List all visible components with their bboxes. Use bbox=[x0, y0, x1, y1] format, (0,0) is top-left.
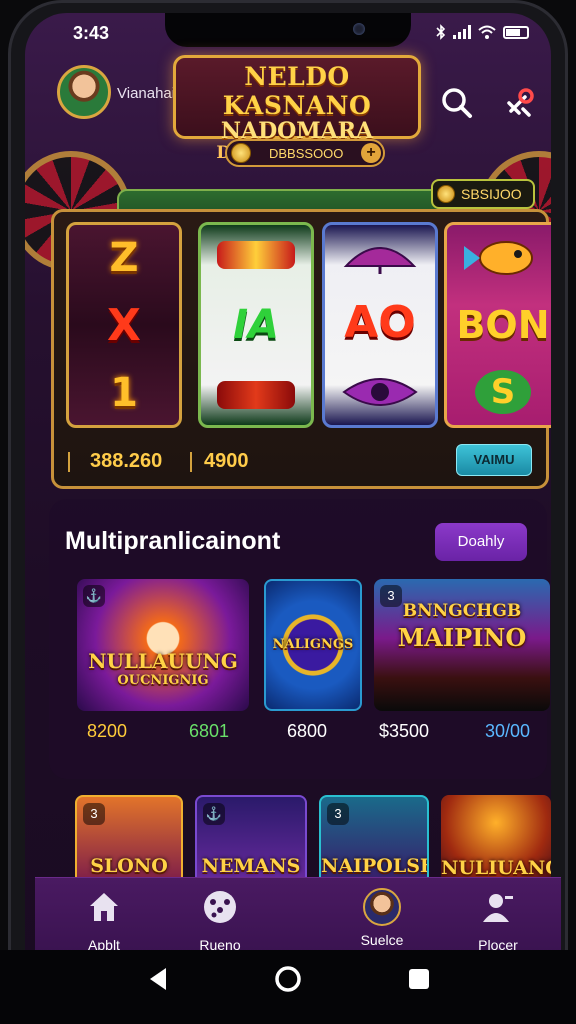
front-camera-icon bbox=[353, 23, 365, 35]
reel-symbol: S bbox=[475, 369, 531, 414]
search-icon[interactable] bbox=[437, 83, 477, 123]
game-subtitle: OUCNIGNIG bbox=[117, 673, 209, 688]
game-title: SLONO bbox=[90, 855, 168, 877]
add-coins-button[interactable]: + bbox=[361, 143, 381, 163]
game-title: NULIUANG bbox=[441, 857, 551, 879]
system-navigation-bar bbox=[0, 950, 576, 1024]
profile-photo-icon bbox=[363, 888, 401, 926]
game-title: NALIGNGS bbox=[272, 637, 354, 652]
game-card[interactable]: 3 SLONO bbox=[75, 795, 183, 887]
game-card[interactable]: NALIGNGS bbox=[264, 579, 362, 711]
reel-4: BON S bbox=[444, 222, 551, 428]
reel-symbol: Z bbox=[109, 234, 139, 281]
game-price: $3500 bbox=[379, 721, 430, 741]
game-price: 30/00 bbox=[485, 721, 531, 741]
bet-value: 388.260 bbox=[90, 450, 163, 472]
game-card[interactable]: 3 BNNGCHGB MAIPINO bbox=[374, 579, 550, 711]
divider bbox=[68, 452, 70, 472]
nav-label: Suelce bbox=[360, 932, 404, 948]
status-time: 3:43 bbox=[73, 23, 110, 43]
divider bbox=[190, 452, 192, 472]
reel-1: Z X 1 bbox=[66, 222, 182, 428]
daily-button[interactable]: Doahly bbox=[435, 523, 527, 561]
bluetooth-icon bbox=[436, 24, 446, 40]
reel-symbol: IA bbox=[233, 301, 279, 348]
app-screen: 3:43 Vianahaisin NELDO KASNANO NADOMARA … bbox=[25, 13, 551, 1009]
game-card[interactable]: ⚓ NEMANS bbox=[195, 795, 307, 887]
reel-3: AO bbox=[322, 222, 438, 428]
game-badge: 3 bbox=[83, 803, 105, 825]
bottom-navigation: Apblt Rueno Suelce Plocer bbox=[35, 877, 561, 953]
game-title: NULLAUUNG bbox=[88, 649, 238, 673]
user-avatar[interactable] bbox=[57, 65, 111, 119]
game-badge: ⚓ bbox=[203, 803, 225, 825]
game-card[interactable]: 3 NAIPOLSH bbox=[319, 795, 429, 887]
home-button-icon[interactable] bbox=[273, 964, 303, 994]
game-title: NAIPOLSH bbox=[321, 855, 429, 877]
game-price: 8200 bbox=[87, 721, 128, 741]
coin-icon bbox=[437, 185, 455, 203]
bonus-badge[interactable]: SBSIJOO bbox=[431, 179, 535, 209]
symbol-chip-icon bbox=[217, 380, 295, 409]
coin-balance-value: DBBSSOOO bbox=[269, 145, 344, 161]
nav-item-games[interactable]: Rueno bbox=[175, 888, 265, 953]
symbol-chip-icon bbox=[217, 241, 295, 270]
status-icons bbox=[436, 24, 529, 40]
dice-icon bbox=[204, 891, 236, 923]
reel-symbol: AO bbox=[344, 297, 416, 349]
section-title: Multipranlicainont bbox=[65, 527, 281, 555]
recent-apps-icon[interactable] bbox=[404, 964, 434, 994]
reels-frame: Z X 1 IA AO BON S 388.260 4900 VAIMU bbox=[51, 209, 551, 489]
coin-icon bbox=[231, 143, 251, 163]
bonus-value: SBSIJOO bbox=[461, 186, 522, 202]
battery-icon bbox=[503, 25, 529, 39]
game-price: 6800 bbox=[287, 721, 328, 741]
app-header: Vianahaisin NELDO KASNANO NADOMARA DAERD… bbox=[25, 49, 551, 169]
slot-machine: SBSIJOO Z X 1 IA AO BON S 388.260 4900 V… bbox=[25, 151, 551, 489]
game-price: 6801 bbox=[189, 721, 230, 741]
slot-bet-bar: 388.260 4900 VAIMU bbox=[54, 440, 546, 484]
game-subtitle: MAIPINO bbox=[397, 623, 527, 652]
nav-item-home[interactable]: Apblt bbox=[59, 888, 149, 953]
reel-symbol: 1 bbox=[110, 369, 138, 416]
person-add-icon bbox=[483, 894, 513, 922]
nav-item-players[interactable]: Plocer bbox=[453, 888, 543, 953]
coin-balance-bar[interactable]: DBBSSOOO + bbox=[225, 139, 385, 167]
game-badge: 3 bbox=[327, 803, 349, 825]
reel-symbol: BON bbox=[456, 302, 550, 347]
camera-notch bbox=[165, 13, 411, 47]
logo-title: NELDO KASNANO bbox=[222, 62, 372, 120]
umbrella-icon bbox=[343, 246, 417, 274]
link-icon[interactable] bbox=[499, 83, 539, 123]
reel-2: IA bbox=[198, 222, 314, 428]
win-value: 4900 bbox=[204, 450, 249, 472]
cellular-signal-icon bbox=[453, 25, 471, 39]
game-badge: ⚓ bbox=[83, 585, 105, 607]
game-card[interactable]: NULIUANG bbox=[441, 795, 551, 887]
back-icon[interactable] bbox=[144, 964, 174, 994]
nav-item-profile[interactable]: Suelce bbox=[337, 888, 427, 948]
reel-symbol: X bbox=[107, 299, 141, 351]
wifi-icon bbox=[478, 25, 496, 39]
eye-icon bbox=[342, 378, 418, 407]
phone-frame: 3:43 Vianahaisin NELDO KASNANO NADOMARA … bbox=[8, 0, 568, 1024]
status-bar: 3:43 bbox=[25, 13, 551, 53]
spin-button[interactable]: VAIMU bbox=[456, 444, 532, 476]
game-title: BNNGCHGB bbox=[402, 601, 522, 621]
multiplayer-section: Multipranlicainont Doahly ⚓ NULLAUUNG OU… bbox=[49, 499, 550, 779]
fish-icon bbox=[464, 241, 533, 276]
game-title: NEMANS bbox=[201, 855, 301, 877]
casino-logo: NELDO KASNANO NADOMARA DAERDSIAAGON bbox=[173, 55, 421, 163]
home-icon bbox=[90, 893, 118, 921]
game-card[interactable]: ⚓ NULLAUUNG OUCNIGNIG bbox=[77, 579, 249, 711]
